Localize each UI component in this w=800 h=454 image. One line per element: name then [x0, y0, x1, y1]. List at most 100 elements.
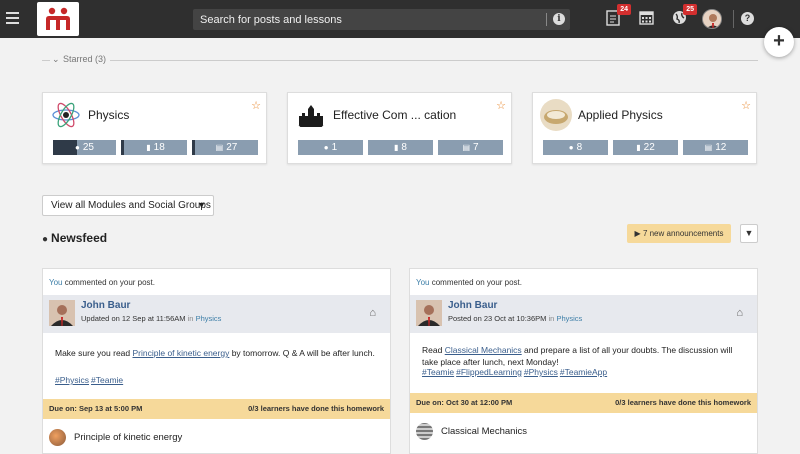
home-icon[interactable]: ⌂: [369, 307, 376, 319]
lesson-thumbnail: [416, 423, 433, 440]
topbar-divider: [733, 10, 734, 28]
post-tags: #Teamie #FlippedLearning #Physics #TeamieAp…: [422, 367, 609, 377]
menu-icon[interactable]: [6, 12, 19, 24]
newsfeed-heading: ● Newsfeed: [42, 231, 107, 245]
info-icon[interactable]: i: [553, 13, 565, 25]
lesson-item[interactable]: Principle of kinetic energy: [49, 429, 182, 446]
group-link[interactable]: Physics: [196, 314, 222, 323]
lessons-count: 22: [643, 142, 655, 153]
lesson-link[interactable]: Principle of kinetic energy: [132, 348, 229, 358]
homework-progress: 0/3 learners have done this homework: [248, 404, 384, 413]
in-label: in: [187, 314, 194, 323]
add-button[interactable]: +: [764, 27, 794, 57]
body-text: Read: [422, 345, 445, 355]
module-card-physics[interactable]: Physics ☆ ● 25 ▮ 18 ▤ 27: [42, 92, 267, 164]
you-link[interactable]: You: [416, 278, 430, 287]
list-icon: ▤: [704, 143, 713, 152]
comments-stat[interactable]: ● 25: [53, 140, 116, 155]
module-card-effective-communication[interactable]: Effective Com ... cation ☆ ● 1 ▮ 8 ▤ 7: [287, 92, 512, 164]
hashtag-link[interactable]: #TeamieApp: [560, 367, 607, 377]
assessments-stat[interactable]: ▤ 27: [192, 140, 258, 155]
body-text: Make sure you read: [55, 348, 133, 358]
view-all-modules-button[interactable]: View all Modules and Social Groups ▼: [42, 195, 214, 216]
comments-stat[interactable]: ● 8: [543, 140, 608, 155]
post-body: Make sure you read Principle of kinetic …: [55, 347, 380, 359]
lessons-count: 18: [153, 142, 165, 153]
lessons-stat[interactable]: ▮ 22: [613, 140, 678, 155]
you-link[interactable]: You: [49, 278, 63, 287]
book-icon: ▮: [146, 143, 151, 152]
due-bar: Due on: Oct 30 at 12:00 PM 0/3 learners …: [410, 393, 757, 413]
search-box: i: [193, 9, 570, 30]
top-bar: i 24 25 ?: [0, 0, 800, 38]
hashtag-link[interactable]: #Teamie: [422, 367, 454, 377]
post-meta: Updated on 12 Sep at 11:56AM in Physics: [81, 314, 221, 323]
applied-physics-thumbnail: [540, 99, 572, 131]
comment-icon: ●: [75, 143, 80, 152]
comments-count: 8: [576, 142, 583, 153]
hashtag-link[interactable]: #Teamie: [91, 375, 123, 385]
globe-badge: 25: [683, 4, 697, 15]
calendar-icon[interactable]: [639, 10, 655, 26]
due-date: Due on: Sep 13 at 5:00 PM: [49, 404, 143, 413]
list-icon: ▤: [462, 143, 470, 152]
assessments-stat[interactable]: ▤ 7: [438, 140, 503, 155]
lesson-item[interactable]: Classical Mechanics: [416, 423, 527, 440]
star-icon[interactable]: ☆: [741, 99, 751, 112]
card-title: Physics: [88, 108, 130, 122]
chevron-down-icon: ⌄: [52, 54, 60, 64]
author-name[interactable]: John Baur: [81, 300, 130, 311]
author-name[interactable]: John Baur: [448, 300, 497, 311]
assessments-stat[interactable]: ▤ 12: [683, 140, 748, 155]
post-header: John Baur Updated on 12 Sep at 11:56AM i…: [43, 295, 390, 333]
star-icon[interactable]: ☆: [251, 99, 261, 112]
announcements-button[interactable]: ▶ 7 new announcements: [627, 224, 731, 243]
author-avatar[interactable]: [49, 300, 75, 326]
lessons-stat[interactable]: ▮ 8: [368, 140, 433, 155]
starred-toggle[interactable]: ⌄ Starred (3): [42, 54, 758, 66]
filter-icon: ▼: [744, 228, 754, 238]
globe-icon[interactable]: 25: [672, 4, 697, 26]
chevron-down-icon: ▼: [197, 200, 206, 210]
comments-stat[interactable]: ● 1: [298, 140, 363, 155]
book-icon: ▮: [636, 143, 641, 152]
filter-button[interactable]: ▼: [740, 224, 758, 243]
book-icon: ▮: [394, 143, 399, 152]
castle-icon: [295, 99, 327, 131]
user-avatar[interactable]: [702, 9, 722, 29]
module-card-applied-physics[interactable]: Applied Physics ☆ ● 8 ▮ 22 ▤ 12: [532, 92, 757, 164]
star-icon[interactable]: ☆: [496, 99, 506, 112]
assessments-count: 7: [473, 142, 479, 153]
announcements-label: 7 new announcements: [642, 229, 724, 238]
lessons-count: 8: [401, 142, 407, 153]
search-divider: [546, 13, 547, 26]
activity-text: commented on your post.: [62, 278, 155, 287]
post-body: Read Classical Mechanics and prepare a l…: [422, 344, 747, 368]
hashtag-link[interactable]: #FlippedLearning: [456, 367, 522, 377]
assessments-count: 12: [715, 142, 727, 153]
activity-text: commented on your post.: [429, 278, 522, 287]
help-icon[interactable]: ?: [741, 12, 754, 25]
starred-divider-left: [42, 60, 50, 61]
post-timestamp: Updated on 12 Sep at 11:56AM: [81, 314, 186, 323]
lessons-stat[interactable]: ▮ 18: [121, 140, 187, 155]
newsfeed-title: Newsfeed: [51, 231, 108, 245]
author-avatar[interactable]: [416, 300, 442, 326]
comment-icon: ●: [323, 143, 329, 152]
starred-label: Starred (3): [63, 54, 107, 64]
activity-line: You commented on your post.: [416, 278, 522, 287]
megaphone-icon: ▶: [634, 229, 641, 238]
post-timestamp: Posted on 23 Oct at 10:36PM: [448, 314, 547, 323]
hashtag-link[interactable]: #Physics: [55, 375, 89, 385]
logo[interactable]: [37, 2, 79, 36]
home-icon[interactable]: ⌂: [736, 307, 743, 319]
hashtag-link[interactable]: #Physics: [524, 367, 558, 377]
group-link[interactable]: Physics: [556, 314, 582, 323]
physics-atom-icon: [50, 99, 82, 131]
post-tags: #Physics #Teamie: [55, 375, 125, 385]
search-input[interactable]: [193, 9, 543, 30]
comment-icon: ●: [568, 143, 574, 152]
lesson-title: Classical Mechanics: [441, 426, 528, 438]
notifications-icon[interactable]: 24: [606, 4, 631, 26]
lesson-link[interactable]: Classical Mechanics: [445, 345, 522, 355]
